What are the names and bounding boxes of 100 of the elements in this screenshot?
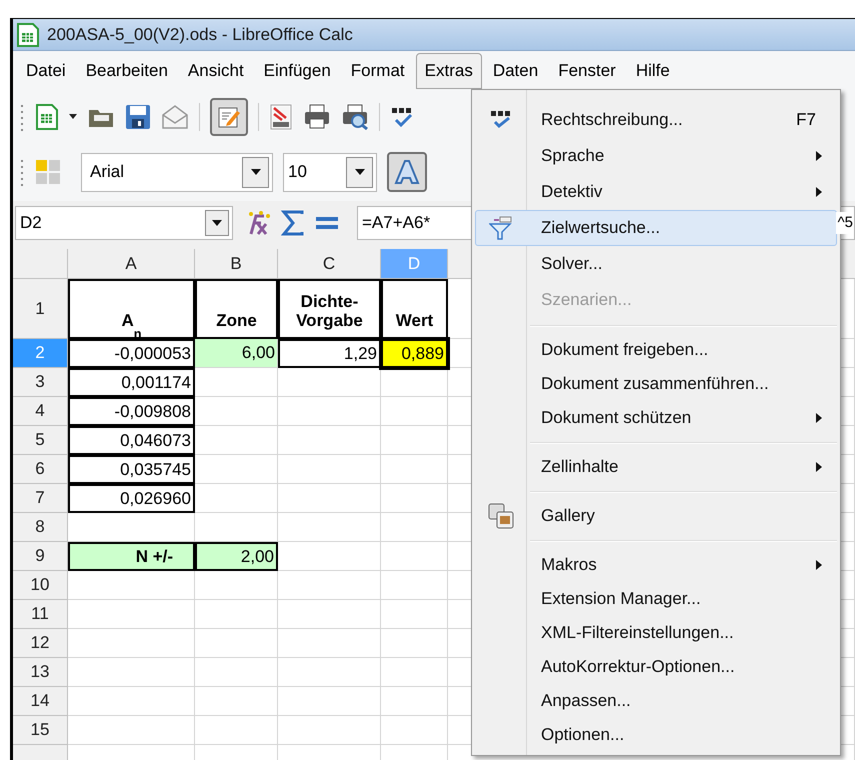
table-cell[interactable] bbox=[68, 716, 195, 745]
table-cell[interactable] bbox=[278, 629, 381, 658]
menu-item[interactable]: Anpassen... bbox=[475, 684, 837, 718]
row-header[interactable]: 7 bbox=[13, 484, 68, 513]
table-cell[interactable] bbox=[195, 687, 278, 716]
new-spreadsheet-icon[interactable] bbox=[35, 103, 59, 131]
table-cell[interactable] bbox=[195, 455, 278, 484]
table-cell[interactable] bbox=[68, 687, 195, 716]
table-cell[interactable] bbox=[278, 658, 381, 687]
table-cell[interactable]: -0,009808 bbox=[68, 397, 195, 426]
edit-mode-button[interactable] bbox=[210, 98, 248, 136]
table-cell[interactable] bbox=[68, 600, 195, 629]
table-cell[interactable] bbox=[278, 397, 381, 426]
table-cell[interactable] bbox=[381, 542, 448, 571]
row-header[interactable]: 11 bbox=[13, 600, 68, 629]
table-cell[interactable]: 0,001174 bbox=[68, 368, 195, 397]
printer-icon[interactable] bbox=[303, 104, 331, 130]
menu-item[interactable]: Detektiv bbox=[475, 174, 837, 210]
column-header[interactable]: C bbox=[278, 249, 381, 279]
menu-item[interactable]: Dokument schützen bbox=[475, 401, 837, 435]
table-cell[interactable] bbox=[381, 368, 448, 397]
table-cell[interactable]: 0,035745 bbox=[68, 455, 195, 484]
menu-item[interactable]: AutoKorrektur-Optionen... bbox=[475, 650, 837, 684]
table-cell[interactable] bbox=[381, 687, 448, 716]
row-header[interactable]: 4 bbox=[13, 397, 68, 426]
table-cell[interactable] bbox=[381, 600, 448, 629]
table-cell[interactable]: N +/- bbox=[68, 542, 195, 571]
corner-cell[interactable] bbox=[13, 249, 68, 279]
table-cell[interactable] bbox=[381, 397, 448, 426]
table-cell[interactable] bbox=[381, 629, 448, 658]
column-header[interactable]: B bbox=[195, 249, 278, 279]
table-cell[interactable] bbox=[381, 513, 448, 542]
table-cell[interactable] bbox=[278, 716, 381, 745]
table-cell[interactable] bbox=[278, 687, 381, 716]
menu-item[interactable]: Dokument freigeben... bbox=[475, 333, 837, 367]
table-cell[interactable] bbox=[68, 571, 195, 600]
menu-item[interactable]: Extras bbox=[416, 53, 482, 89]
column-header[interactable]: A bbox=[68, 249, 195, 279]
row-header[interactable]: 6 bbox=[13, 455, 68, 484]
pdf-export-icon[interactable] bbox=[269, 104, 293, 130]
menu-item[interactable]: Zellinhalte bbox=[475, 450, 837, 484]
menu-item[interactable]: Sprache bbox=[475, 138, 837, 174]
table-cell[interactable] bbox=[278, 600, 381, 629]
table-cell[interactable] bbox=[381, 426, 448, 455]
menu-item[interactable]: Zielwertsuche... bbox=[475, 210, 837, 246]
table-cell[interactable]: 0,046073 bbox=[68, 426, 195, 455]
table-cell[interactable]: 0,889 bbox=[381, 339, 448, 368]
menu-item[interactable]: Datei bbox=[17, 53, 75, 89]
menu-item[interactable]: Daten bbox=[484, 53, 548, 89]
menu-item[interactable]: Optionen... bbox=[475, 718, 837, 752]
table-cell[interactable] bbox=[195, 658, 278, 687]
table-cell[interactable] bbox=[381, 571, 448, 600]
bold-button[interactable] bbox=[387, 152, 427, 192]
table-cell[interactable] bbox=[381, 455, 448, 484]
table-cell[interactable]: Zone bbox=[195, 279, 278, 339]
name-box[interactable]: D2 bbox=[15, 206, 233, 240]
row-header[interactable]: 5 bbox=[13, 426, 68, 455]
table-cell[interactable] bbox=[278, 484, 381, 513]
menu-item[interactable]: Bearbeiten bbox=[76, 53, 177, 89]
row-header[interactable]: 13 bbox=[13, 658, 68, 687]
dropdown-arrow-icon[interactable] bbox=[212, 220, 222, 226]
dropdown-arrow-icon[interactable] bbox=[250, 169, 260, 175]
table-cell[interactable] bbox=[381, 658, 448, 687]
menu-item[interactable]: Format bbox=[342, 53, 414, 89]
menu-item[interactable]: XML-Filtereinstellungen... bbox=[475, 616, 837, 650]
table-cell[interactable] bbox=[278, 368, 381, 397]
menu-item[interactable]: Rechtschreibung... F7 bbox=[475, 102, 837, 138]
menu-item[interactable]: Fenster bbox=[549, 53, 625, 89]
menu-item[interactable]: Makros bbox=[475, 548, 837, 582]
table-cell[interactable] bbox=[195, 397, 278, 426]
sum-icon[interactable] bbox=[281, 210, 305, 236]
table-cell[interactable] bbox=[381, 716, 448, 745]
table-cell[interactable] bbox=[195, 629, 278, 658]
table-cell[interactable] bbox=[278, 455, 381, 484]
menu-item[interactable]: Ansicht bbox=[178, 53, 253, 89]
table-cell[interactable] bbox=[278, 513, 381, 542]
font-name-field[interactable]: Arial bbox=[81, 152, 273, 192]
table-cell[interactable] bbox=[381, 484, 448, 513]
row-header[interactable]: 9 bbox=[13, 542, 68, 571]
menu-item[interactable]: Extension Manager... bbox=[475, 582, 837, 616]
menu-item[interactable]: Dokument zusammenführen... bbox=[475, 367, 837, 401]
row-header[interactable]: 8 bbox=[13, 513, 68, 542]
table-cell[interactable] bbox=[68, 629, 195, 658]
table-cell[interactable] bbox=[195, 484, 278, 513]
row-header[interactable]: 12 bbox=[13, 629, 68, 658]
spellcheck-icon[interactable] bbox=[390, 105, 414, 129]
save-icon[interactable] bbox=[125, 104, 151, 130]
dropdown-arrow-icon[interactable] bbox=[354, 169, 364, 175]
table-cell[interactable] bbox=[195, 716, 278, 745]
row-header[interactable]: 10 bbox=[13, 571, 68, 600]
print-preview-icon[interactable] bbox=[341, 104, 369, 130]
menu-item[interactable]: Solver... bbox=[475, 246, 837, 282]
table-cell[interactable] bbox=[68, 658, 195, 687]
table-cell[interactable]: Dichte- Vorgabe bbox=[278, 279, 381, 339]
table-cell[interactable] bbox=[195, 571, 278, 600]
row-header[interactable]: 14 bbox=[13, 687, 68, 716]
envelope-icon[interactable] bbox=[161, 104, 189, 130]
equals-icon[interactable] bbox=[315, 216, 339, 230]
menu-item[interactable]: Hilfe bbox=[626, 53, 679, 89]
menu-item[interactable]: Einfügen bbox=[254, 53, 340, 89]
